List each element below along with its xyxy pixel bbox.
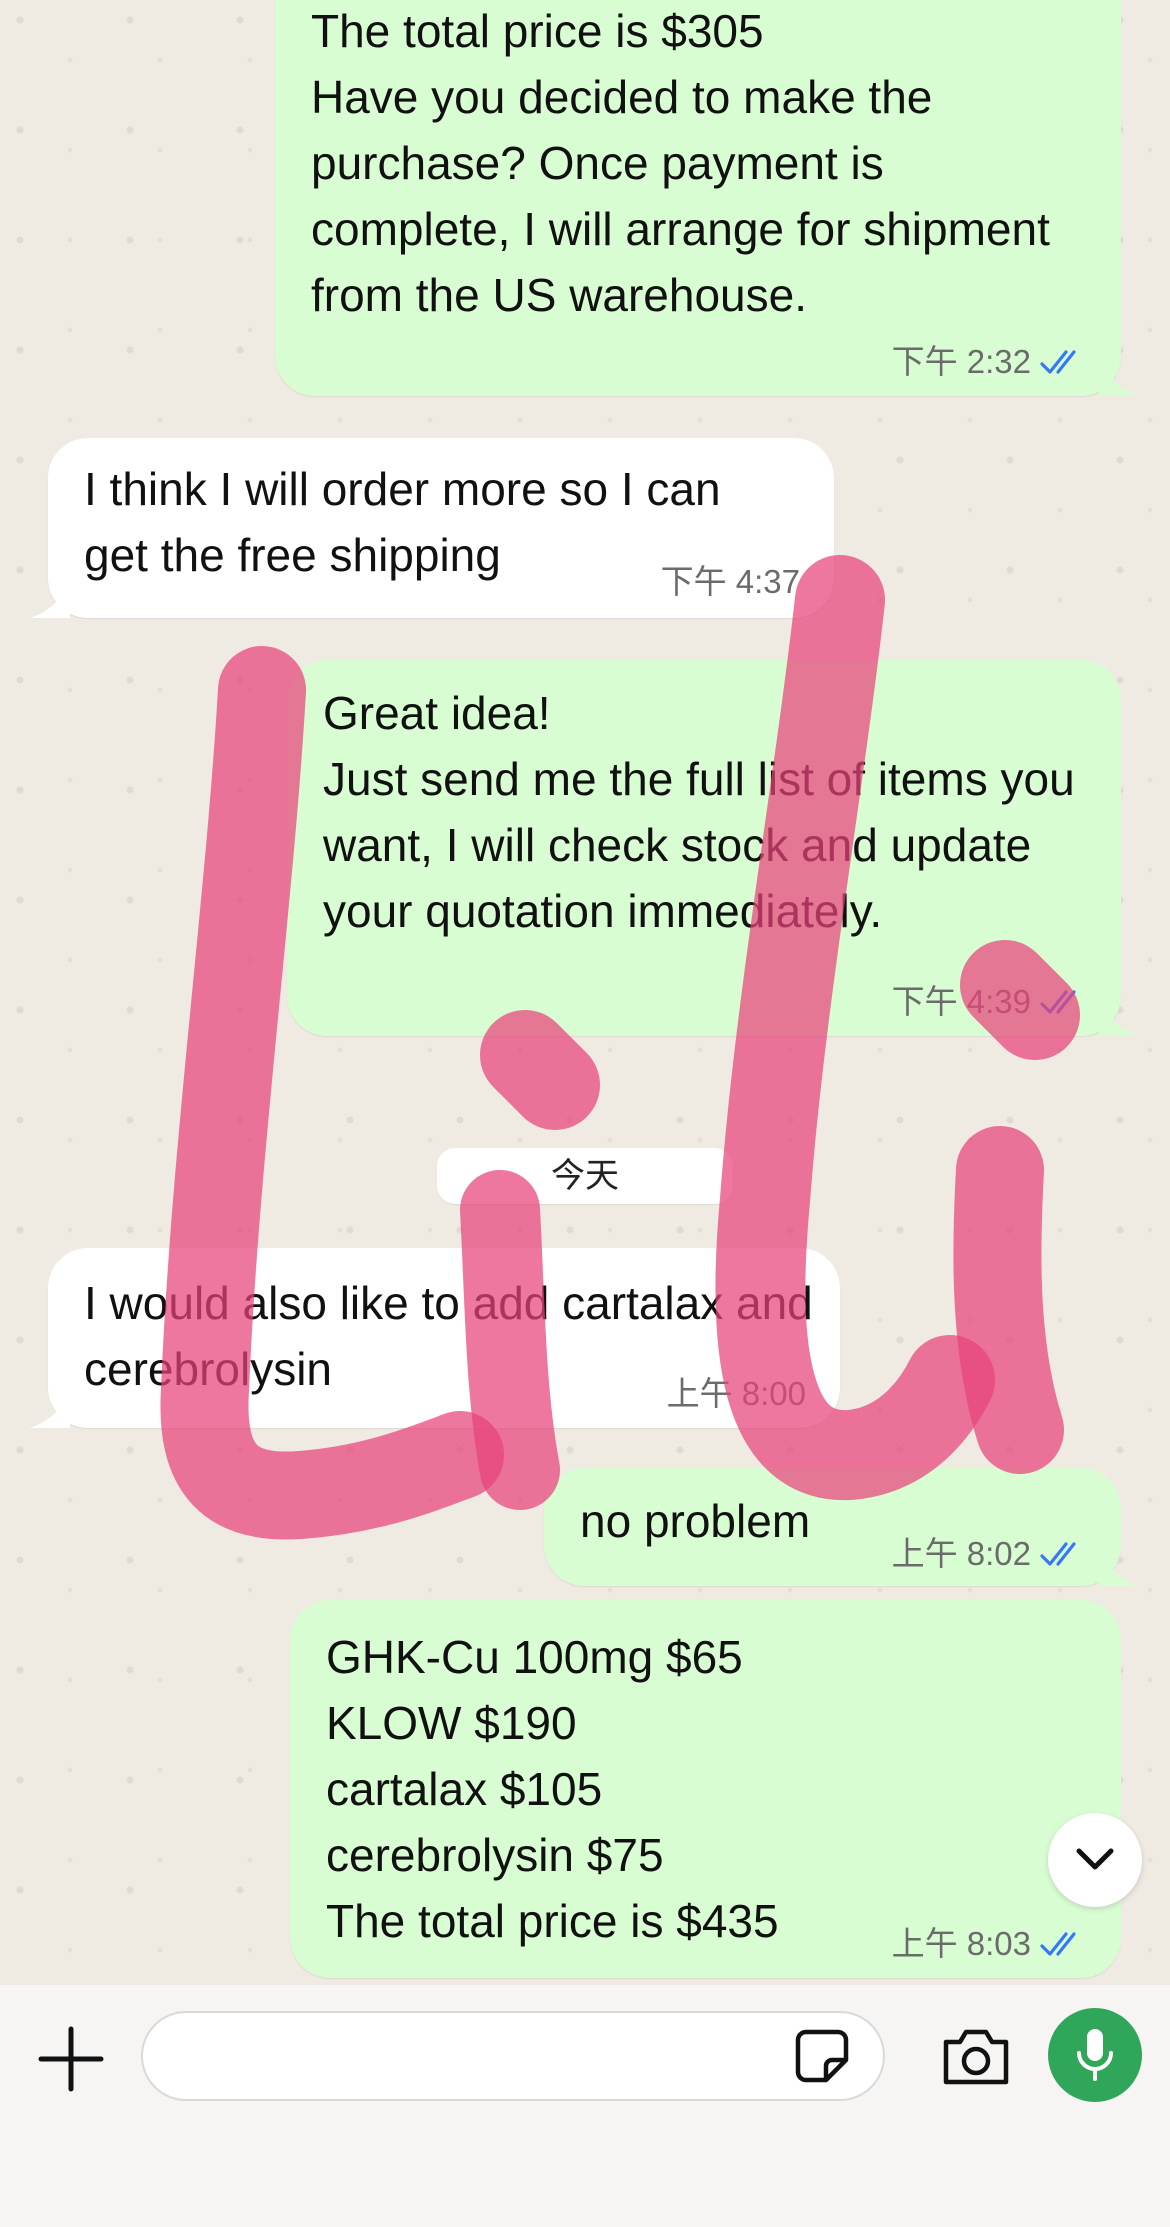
message-bubble-incoming[interactable]: I would also like to add cartalax and ce… xyxy=(30,1248,840,1428)
message-input[interactable] xyxy=(141,2011,885,2101)
bubble-tail xyxy=(1099,356,1139,396)
message-meta: 下午 4:37 xyxy=(661,562,800,602)
voice-message-button[interactable] xyxy=(1048,2008,1142,2102)
message-text: The total price is $305 Have you decided… xyxy=(311,5,1050,321)
read-ticks-icon xyxy=(1040,1542,1076,1566)
date-divider: 今天 xyxy=(437,1148,733,1204)
bubble-tail xyxy=(1099,996,1139,1036)
message-text: Great idea! Just send me the full list o… xyxy=(323,687,1075,937)
scroll-to-bottom-button[interactable] xyxy=(1048,1813,1142,1907)
message-meta: 上午 8:02 xyxy=(892,1534,1087,1574)
microphone-icon xyxy=(1077,2029,1113,2081)
message-time: 上午 8:02 xyxy=(891,1535,1031,1572)
message-bubble-outgoing[interactable]: GHK-Cu 100mg $65 KLOW $190 cartalax $105… xyxy=(290,1600,1121,1978)
bubble-tail xyxy=(1099,1546,1139,1586)
message-bubble-incoming[interactable]: I think I will order more so I can get t… xyxy=(30,438,834,618)
message-bubble-outgoing[interactable]: no problem 上午 8:02 xyxy=(544,1468,1139,1586)
message-time: 下午 4:37 xyxy=(660,563,800,600)
camera-icon[interactable] xyxy=(940,2024,1012,2088)
read-ticks-icon xyxy=(1040,990,1076,1014)
message-time: 上午 8:00 xyxy=(666,1375,806,1412)
chat-area: The total price is $305 Have you decided… xyxy=(0,0,1170,1990)
message-time: 下午 2:32 xyxy=(891,343,1031,380)
message-meta: 上午 8:00 xyxy=(667,1374,806,1414)
sticker-icon[interactable] xyxy=(792,2026,852,2086)
bubble-tail xyxy=(30,1388,70,1428)
message-time: 上午 8:03 xyxy=(891,1925,1031,1962)
plus-icon[interactable] xyxy=(36,2024,106,2094)
chevron-down-icon xyxy=(1076,1848,1114,1870)
read-ticks-icon xyxy=(1040,1932,1076,1956)
message-meta: 上午 8:03 xyxy=(892,1924,1087,1964)
bubble-tail xyxy=(30,578,70,618)
message-bubble-outgoing[interactable]: Great idea! Just send me the full list o… xyxy=(287,660,1139,1036)
message-meta: 下午 4:39 xyxy=(892,982,1087,1022)
message-time: 下午 4:39 xyxy=(891,983,1031,1020)
read-ticks-icon xyxy=(1040,350,1076,374)
message-bubble-outgoing[interactable]: The total price is $305 Have you decided… xyxy=(275,0,1139,396)
message-meta: 下午 2:32 xyxy=(892,342,1087,382)
message-text: GHK-Cu 100mg $65 KLOW $190 cartalax $105… xyxy=(326,1631,779,1947)
